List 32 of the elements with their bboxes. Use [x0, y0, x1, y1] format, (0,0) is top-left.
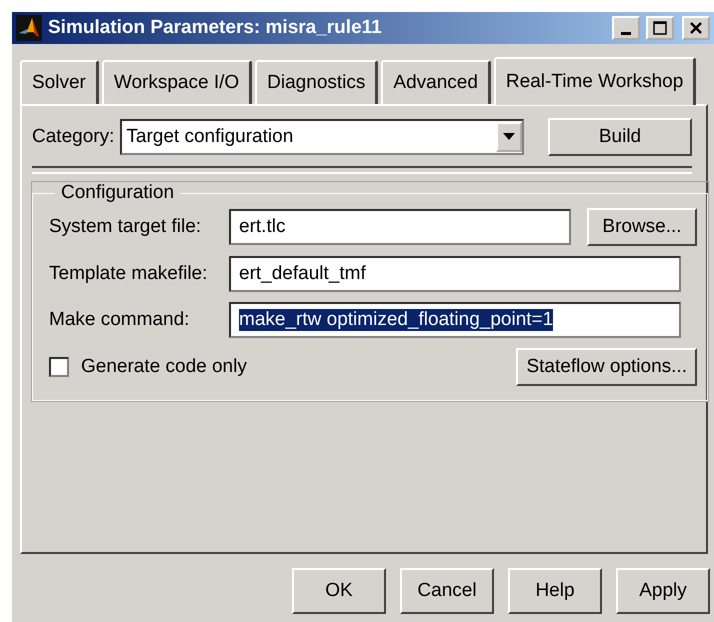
window-title: Simulation Parameters: misra_rule11	[48, 17, 383, 39]
caret-icon	[503, 133, 515, 141]
dialog-button[interactable]: Cancel	[400, 568, 494, 614]
tab[interactable]: Workspace I/O	[102, 60, 252, 104]
input-field[interactable]: ert_default_tmf	[229, 256, 681, 292]
maximize-button[interactable]	[646, 16, 674, 40]
maximize-icon	[653, 21, 667, 35]
tab[interactable]: Advanced	[381, 60, 491, 104]
checkbox-label: Generate code only	[81, 356, 247, 378]
tab[interactable]: Solver	[20, 60, 99, 104]
minimize-button[interactable]	[612, 16, 640, 40]
tab[interactable]: Diagnostics	[255, 60, 378, 104]
close-button[interactable]	[682, 16, 710, 40]
category-label: Category:	[32, 126, 114, 148]
dialog-button[interactable]: OK	[292, 568, 386, 614]
field-label: Make command:	[49, 309, 190, 331]
category-dropdown[interactable]: Target configuration	[120, 119, 524, 155]
browse-button[interactable]: Browse...	[587, 208, 697, 246]
dialog-button[interactable]: Apply	[616, 568, 710, 614]
close-icon	[689, 21, 703, 35]
build-button[interactable]: Build	[548, 118, 692, 156]
group-title: Configuration	[60, 182, 176, 204]
minimize-icon	[621, 32, 631, 34]
checkbox[interactable]	[49, 357, 69, 377]
dialog-button[interactable]: Help	[508, 568, 602, 614]
stateflow-options-button[interactable]: Stateflow options...	[516, 348, 697, 386]
tab[interactable]: Real-Time Workshop	[494, 57, 696, 105]
field-label: System target file:	[49, 216, 202, 238]
field-label: Template makefile:	[49, 263, 208, 285]
app-logo-icon	[16, 15, 42, 41]
input-field[interactable]: ert.tlc	[229, 209, 571, 245]
input-field[interactable]: make_rtw optimized_floating_point=1	[229, 302, 681, 338]
